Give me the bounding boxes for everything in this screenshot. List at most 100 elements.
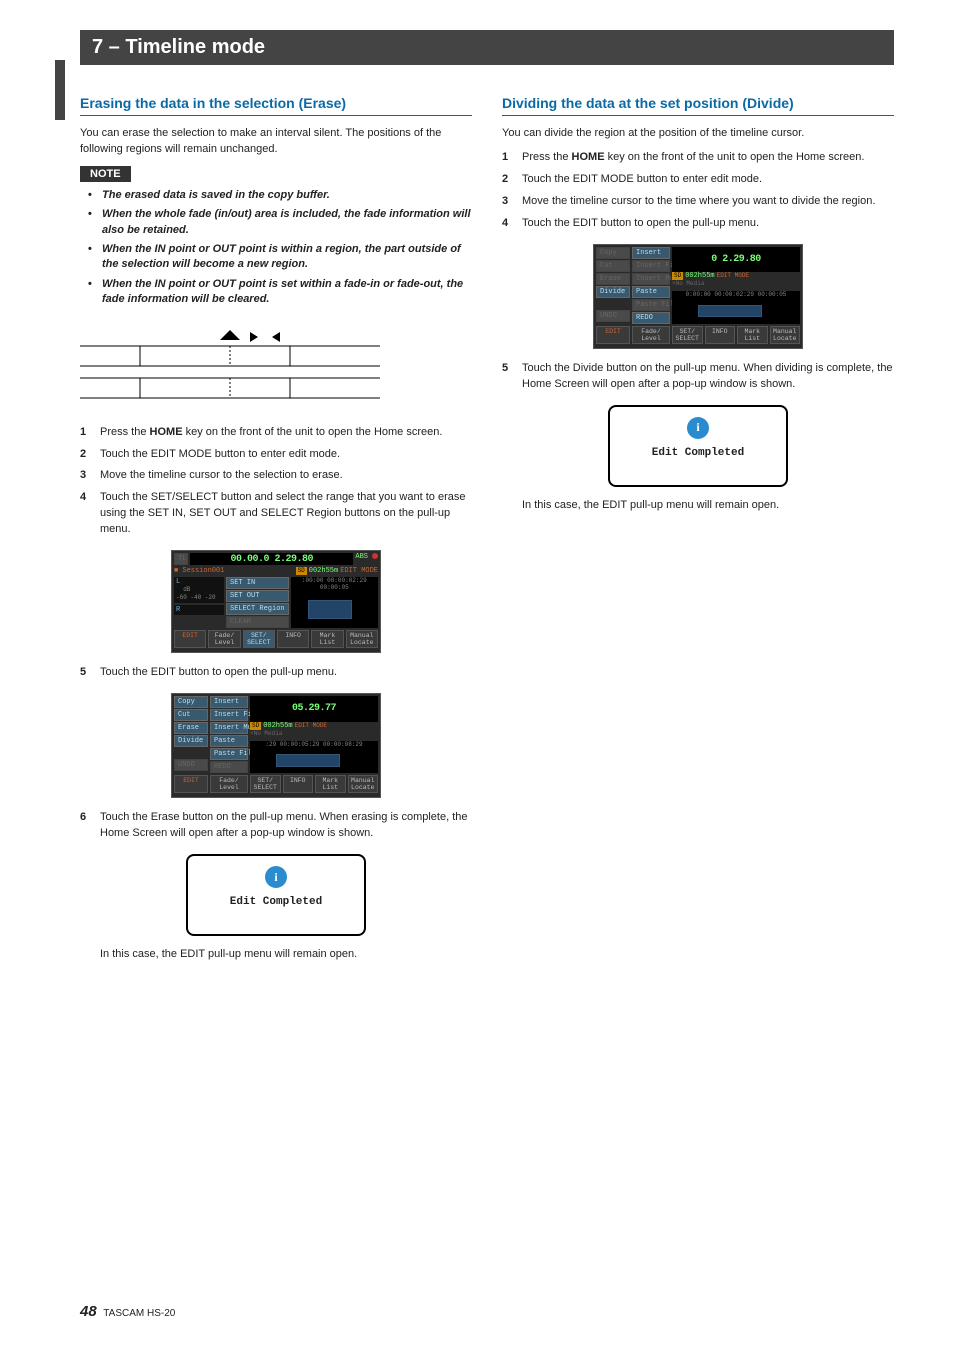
erase-heading: Erasing the data in the selection (Erase…	[80, 95, 472, 116]
info-icon: i	[265, 866, 287, 888]
redo-button[interactable]: REDO	[632, 312, 670, 324]
select-region-button[interactable]: SELECT Region	[226, 603, 289, 615]
copy-button[interactable]: Copy	[174, 696, 208, 708]
no-media: ×No Media	[250, 730, 378, 737]
step: 2Touch the EDIT MODE button to enter edi…	[502, 172, 894, 188]
edit-tab[interactable]: EDIT	[174, 775, 208, 793]
divide-step-5: 5Touch the Divide button on the pull-up …	[502, 361, 894, 393]
divide-caption: In this case, the EDIT pull-up menu will…	[502, 499, 894, 511]
info-tab[interactable]: INFO	[283, 775, 314, 793]
erase-intro: You can erase the selection to make an i…	[80, 126, 472, 158]
page-number: 48	[80, 1303, 97, 1320]
set-in-button[interactable]: SET IN	[226, 577, 289, 589]
edit-completed-popup: i Edit Completed	[608, 405, 788, 487]
insert-button[interactable]: Insert	[632, 247, 670, 259]
step: 1Press the HOME key on the front of the …	[502, 150, 894, 166]
card-badge: SD	[672, 272, 683, 280]
popup-message: Edit Completed	[618, 447, 778, 459]
step: 6Touch the Erase button on the pull-up m…	[80, 810, 472, 842]
set-select-tab[interactable]: SET/ SELECT	[672, 326, 703, 344]
divide-button[interactable]: Divide	[174, 735, 208, 747]
clear-button[interactable]: CLEAR	[226, 616, 289, 628]
edit-tab[interactable]: EDIT	[596, 326, 630, 344]
insert-file-button[interactable]: Insert File	[632, 260, 670, 272]
abs-label: ABS	[355, 553, 368, 565]
edit-mode-label: EDIT MODE	[340, 567, 378, 575]
step: 5Touch the EDIT button to open the pull-…	[80, 665, 472, 681]
side-tab	[55, 60, 65, 120]
info-icon: i	[687, 417, 709, 439]
insert-mute-button[interactable]: Insert Mute	[210, 722, 248, 734]
bar-times: 0:00:00 00:00:02:29 00:00:05	[672, 291, 800, 298]
step: 4Touch the EDIT button to open the pull-…	[502, 216, 894, 232]
step: 1Press the HOME key on the front of the …	[80, 425, 472, 441]
step: 4Touch the SET/SELECT button and select …	[80, 490, 472, 538]
timecode: 00.00.0 2.29.80	[190, 553, 353, 565]
mark-list-tab[interactable]: Mark List	[315, 775, 346, 793]
erase-button[interactable]: Erase	[174, 722, 208, 734]
insert-button[interactable]: Insert	[210, 696, 248, 708]
mark-list-tab[interactable]: Mark List	[311, 630, 343, 648]
step: 3Move the timeline cursor to the selecti…	[80, 468, 472, 484]
remain-time: 002h55m	[263, 722, 292, 730]
paste-button[interactable]: Paste	[210, 735, 248, 747]
chapter-title: 7 – Timeline mode	[80, 30, 894, 65]
note-label: NOTE	[80, 166, 131, 182]
set-select-tab[interactable]: SET/ SELECT	[243, 630, 275, 648]
redo-button[interactable]: REDO	[210, 761, 248, 773]
manual-locate-tab[interactable]: Manual Locate	[346, 630, 378, 648]
note-item: When the IN point or OUT point is set wi…	[94, 277, 472, 308]
insert-file-button[interactable]: Insert File	[210, 709, 248, 721]
insert-mute-button[interactable]: Insert Mute	[632, 273, 670, 285]
bar-times: :00:00 00:00:02:29 00:00:05	[291, 577, 378, 591]
device-screenshot-edit-pullup: Copy Cut Erase Divide UNDO Insert Insert…	[171, 693, 381, 798]
no-media: ×No Media	[672, 280, 800, 287]
info-tab[interactable]: INFO	[705, 326, 736, 344]
cut-button[interactable]: Cut	[174, 709, 208, 721]
left-column: Erasing the data in the selection (Erase…	[80, 95, 472, 970]
session-name: ■ Session001	[174, 567, 294, 575]
set-out-button[interactable]: SET OUT	[226, 590, 289, 602]
paste-file-button[interactable]: Paste File	[632, 299, 670, 311]
manual-locate-tab[interactable]: Manual Locate	[770, 326, 801, 344]
waveform-area	[250, 748, 378, 774]
note-list: The erased data is saved in the copy buf…	[80, 188, 472, 308]
erase-caption: In this case, the EDIT pull-up menu will…	[80, 948, 472, 960]
right-column: Dividing the data at the set position (D…	[502, 95, 894, 970]
edit-tab[interactable]: EDIT	[174, 630, 206, 648]
manual-locate-tab[interactable]: Manual Locate	[348, 775, 379, 793]
tl-icon: TL	[174, 553, 188, 565]
note-item: When the whole fade (in/out) area is inc…	[94, 207, 472, 238]
copy-button[interactable]: Copy	[596, 247, 630, 259]
waveform-area	[672, 298, 800, 324]
fade-level-tab[interactable]: Fade/ Level	[210, 775, 248, 793]
cut-button[interactable]: Cut	[596, 260, 630, 272]
paste-file-button[interactable]: Paste File	[210, 748, 248, 760]
bar-times: :29 00:00:05:29 00:00:08:29	[250, 741, 378, 748]
mark-list-tab[interactable]: Mark List	[737, 326, 768, 344]
waveform-area	[291, 591, 378, 628]
page-footer: 48 TASCAM HS-20	[80, 1303, 175, 1320]
remain-time: 002h55m	[309, 567, 338, 575]
popup-message: Edit Completed	[196, 896, 356, 908]
set-select-tab[interactable]: SET/ SELECT	[250, 775, 281, 793]
undo-button[interactable]: UNDO	[174, 759, 208, 771]
fade-level-tab[interactable]: Fade/ Level	[208, 630, 240, 648]
divide-button[interactable]: Divide	[596, 286, 630, 298]
track-diagram	[80, 328, 380, 408]
info-tab[interactable]: INFO	[277, 630, 309, 648]
divide-steps-1-4: 1Press the HOME key on the front of the …	[502, 150, 894, 232]
note-item: When the IN point or OUT point is within…	[94, 242, 472, 273]
erase-button[interactable]: Erase	[596, 273, 630, 285]
divide-heading: Dividing the data at the set position (D…	[502, 95, 894, 116]
divide-intro: You can divide the region at the positio…	[502, 126, 894, 142]
card-badge: SD	[250, 722, 261, 730]
undo-button[interactable]: UNDO	[596, 310, 630, 322]
erase-steps-1-4: 1Press the HOME key on the front of the …	[80, 425, 472, 539]
edit-completed-popup: i Edit Completed	[186, 854, 366, 936]
card-badge: SD	[296, 567, 307, 575]
rec-indicator	[372, 553, 378, 559]
device-screenshot-setselect: TL 00.00.0 2.29.80 ABS ■ Session001 SD 0…	[171, 550, 381, 653]
fade-level-tab[interactable]: Fade/ Level	[632, 326, 670, 344]
paste-button[interactable]: Paste	[632, 286, 670, 298]
